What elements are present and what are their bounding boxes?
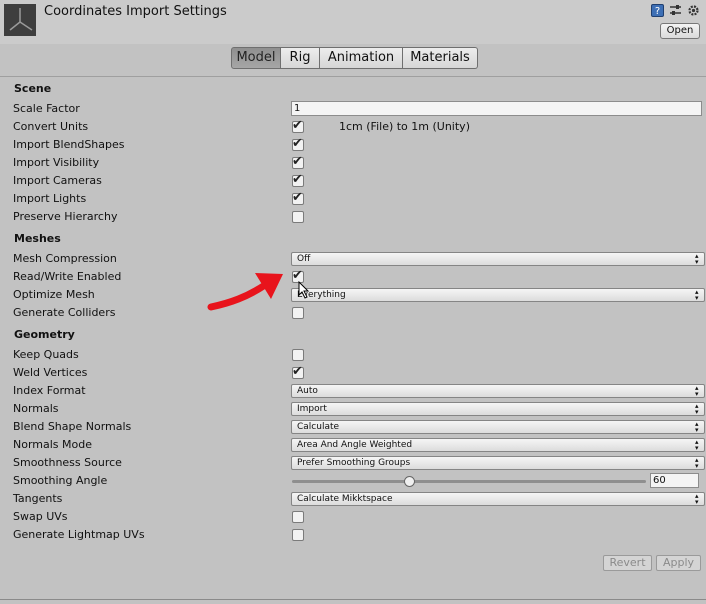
model-file-icon	[4, 4, 36, 36]
dropdown-arrows-icon: ▴ ▾	[695, 438, 699, 452]
dropdown-value: Calculate Mikktspace	[297, 494, 393, 504]
keep-quads-checkbox[interactable]	[292, 349, 304, 361]
dropdown-arrows-icon: ▴ ▾	[695, 402, 699, 416]
index-format-label: Index Format	[13, 384, 86, 397]
import-lights-checkbox[interactable]: ✔	[292, 190, 304, 205]
section-meshes: Meshes	[14, 232, 61, 245]
read-write-label: Read/Write Enabled	[13, 270, 122, 283]
bottom-divider	[0, 599, 706, 600]
help-icon[interactable]: ?	[651, 4, 664, 17]
tab-animation[interactable]: Animation	[320, 47, 403, 69]
tab-materials[interactable]: Materials	[403, 47, 478, 69]
smoothing-angle-field[interactable]: 60	[650, 473, 699, 488]
annotation-arrow-icon	[207, 273, 283, 311]
dropdown-value: Prefer Smoothing Groups	[297, 458, 411, 468]
dropdown-arrows-icon: ▴ ▾	[695, 420, 699, 434]
normals-dropdown[interactable]: Import ▴ ▾	[291, 402, 705, 416]
dropdown-value: Area And Angle Weighted	[297, 440, 413, 450]
mesh-compression-dropdown[interactable]: Off ▴ ▾	[291, 252, 705, 266]
dropdown-value: Off	[297, 254, 311, 264]
import-visibility-label: Import Visibility	[13, 156, 100, 169]
inspector-header: Coordinates Import Settings ? Open	[0, 0, 706, 44]
tangents-label: Tangents	[13, 492, 63, 505]
gear-icon[interactable]	[687, 4, 700, 17]
dropdown-arrows-icon: ▴ ▾	[695, 492, 699, 506]
blend-shape-normals-dropdown[interactable]: Calculate ▴ ▾	[291, 420, 705, 434]
normals-label: Normals	[13, 402, 59, 415]
smoothing-angle-slider[interactable]	[292, 480, 646, 483]
generate-colliders-checkbox[interactable]	[292, 307, 304, 319]
mesh-compression-label: Mesh Compression	[13, 252, 117, 265]
apply-button[interactable]: Apply	[656, 555, 701, 571]
smoothing-angle-label: Smoothing Angle	[13, 474, 108, 487]
smoothness-source-dropdown[interactable]: Prefer Smoothing Groups ▴ ▾	[291, 456, 705, 470]
smoothing-angle-thumb[interactable]	[404, 476, 416, 487]
checkmark-icon: ✔	[292, 118, 303, 133]
tangents-dropdown[interactable]: Calculate Mikktspace ▴ ▾	[291, 492, 705, 506]
inspector-title: Coordinates Import Settings	[44, 4, 227, 19]
preset-icon[interactable]	[669, 4, 682, 17]
tab-model[interactable]: Model	[231, 47, 281, 69]
convert-units-checkbox[interactable]: ✔	[292, 118, 304, 133]
generate-lightmap-uvs-checkbox[interactable]	[292, 529, 304, 541]
import-tabs: Model Rig Animation Materials	[231, 47, 478, 69]
swap-uvs-checkbox[interactable]	[292, 511, 304, 523]
dropdown-arrows-icon: ▴ ▾	[695, 288, 699, 302]
open-button[interactable]: Open	[660, 23, 700, 39]
checkmark-icon: ✔	[292, 364, 303, 379]
import-lights-label: Import Lights	[13, 192, 87, 205]
keep-quads-label: Keep Quads	[13, 348, 79, 361]
normals-mode-label: Normals Mode	[13, 438, 92, 451]
tabs-divider	[0, 76, 706, 77]
generate-lightmap-uvs-label: Generate Lightmap UVs	[13, 528, 145, 541]
checkmark-icon: ✔	[292, 190, 303, 205]
import-cameras-label: Import Cameras	[13, 174, 102, 187]
scale-factor-label: Scale Factor	[13, 102, 80, 115]
generate-colliders-label: Generate Colliders	[13, 306, 116, 319]
mouse-cursor-icon	[298, 281, 310, 299]
dropdown-value: Calculate	[297, 422, 340, 432]
checkmark-icon: ✔	[292, 172, 303, 187]
dropdown-value: Import	[297, 404, 327, 414]
import-cameras-checkbox[interactable]: ✔	[292, 172, 304, 187]
index-format-dropdown[interactable]: Auto ▴ ▾	[291, 384, 705, 398]
import-blendshapes-label: Import BlendShapes	[13, 138, 125, 151]
convert-units-note: 1cm (File) to 1m (Unity)	[339, 120, 470, 133]
preserve-hierarchy-checkbox[interactable]	[292, 211, 304, 223]
dropdown-arrows-icon: ▴ ▾	[695, 384, 699, 398]
optimize-mesh-label: Optimize Mesh	[13, 288, 95, 301]
tab-rig[interactable]: Rig	[281, 47, 320, 69]
checkmark-icon: ✔	[292, 154, 303, 169]
section-geometry: Geometry	[14, 328, 75, 341]
blend-shape-normals-label: Blend Shape Normals	[13, 420, 132, 433]
import-visibility-checkbox[interactable]: ✔	[292, 154, 304, 169]
dropdown-arrows-icon: ▴ ▾	[695, 456, 699, 470]
smoothness-source-label: Smoothness Source	[13, 456, 122, 469]
scale-factor-field[interactable]: 1	[291, 101, 702, 116]
convert-units-label: Convert Units	[13, 120, 89, 133]
weld-vertices-label: Weld Vertices	[13, 366, 88, 379]
preserve-hierarchy-label: Preserve Hierarchy	[13, 210, 118, 223]
section-scene: Scene	[14, 82, 52, 95]
dropdown-arrows-icon: ▴ ▾	[695, 252, 699, 266]
normals-mode-dropdown[interactable]: Area And Angle Weighted ▴ ▾	[291, 438, 705, 452]
weld-vertices-checkbox[interactable]: ✔	[292, 364, 304, 379]
dropdown-value: Auto	[297, 386, 318, 396]
revert-button[interactable]: Revert	[603, 555, 652, 571]
import-blendshapes-checkbox[interactable]: ✔	[292, 136, 304, 151]
checkmark-icon: ✔	[292, 136, 303, 151]
optimize-mesh-dropdown[interactable]: Everything ▴ ▾	[291, 288, 705, 302]
swap-uvs-label: Swap UVs	[13, 510, 68, 523]
